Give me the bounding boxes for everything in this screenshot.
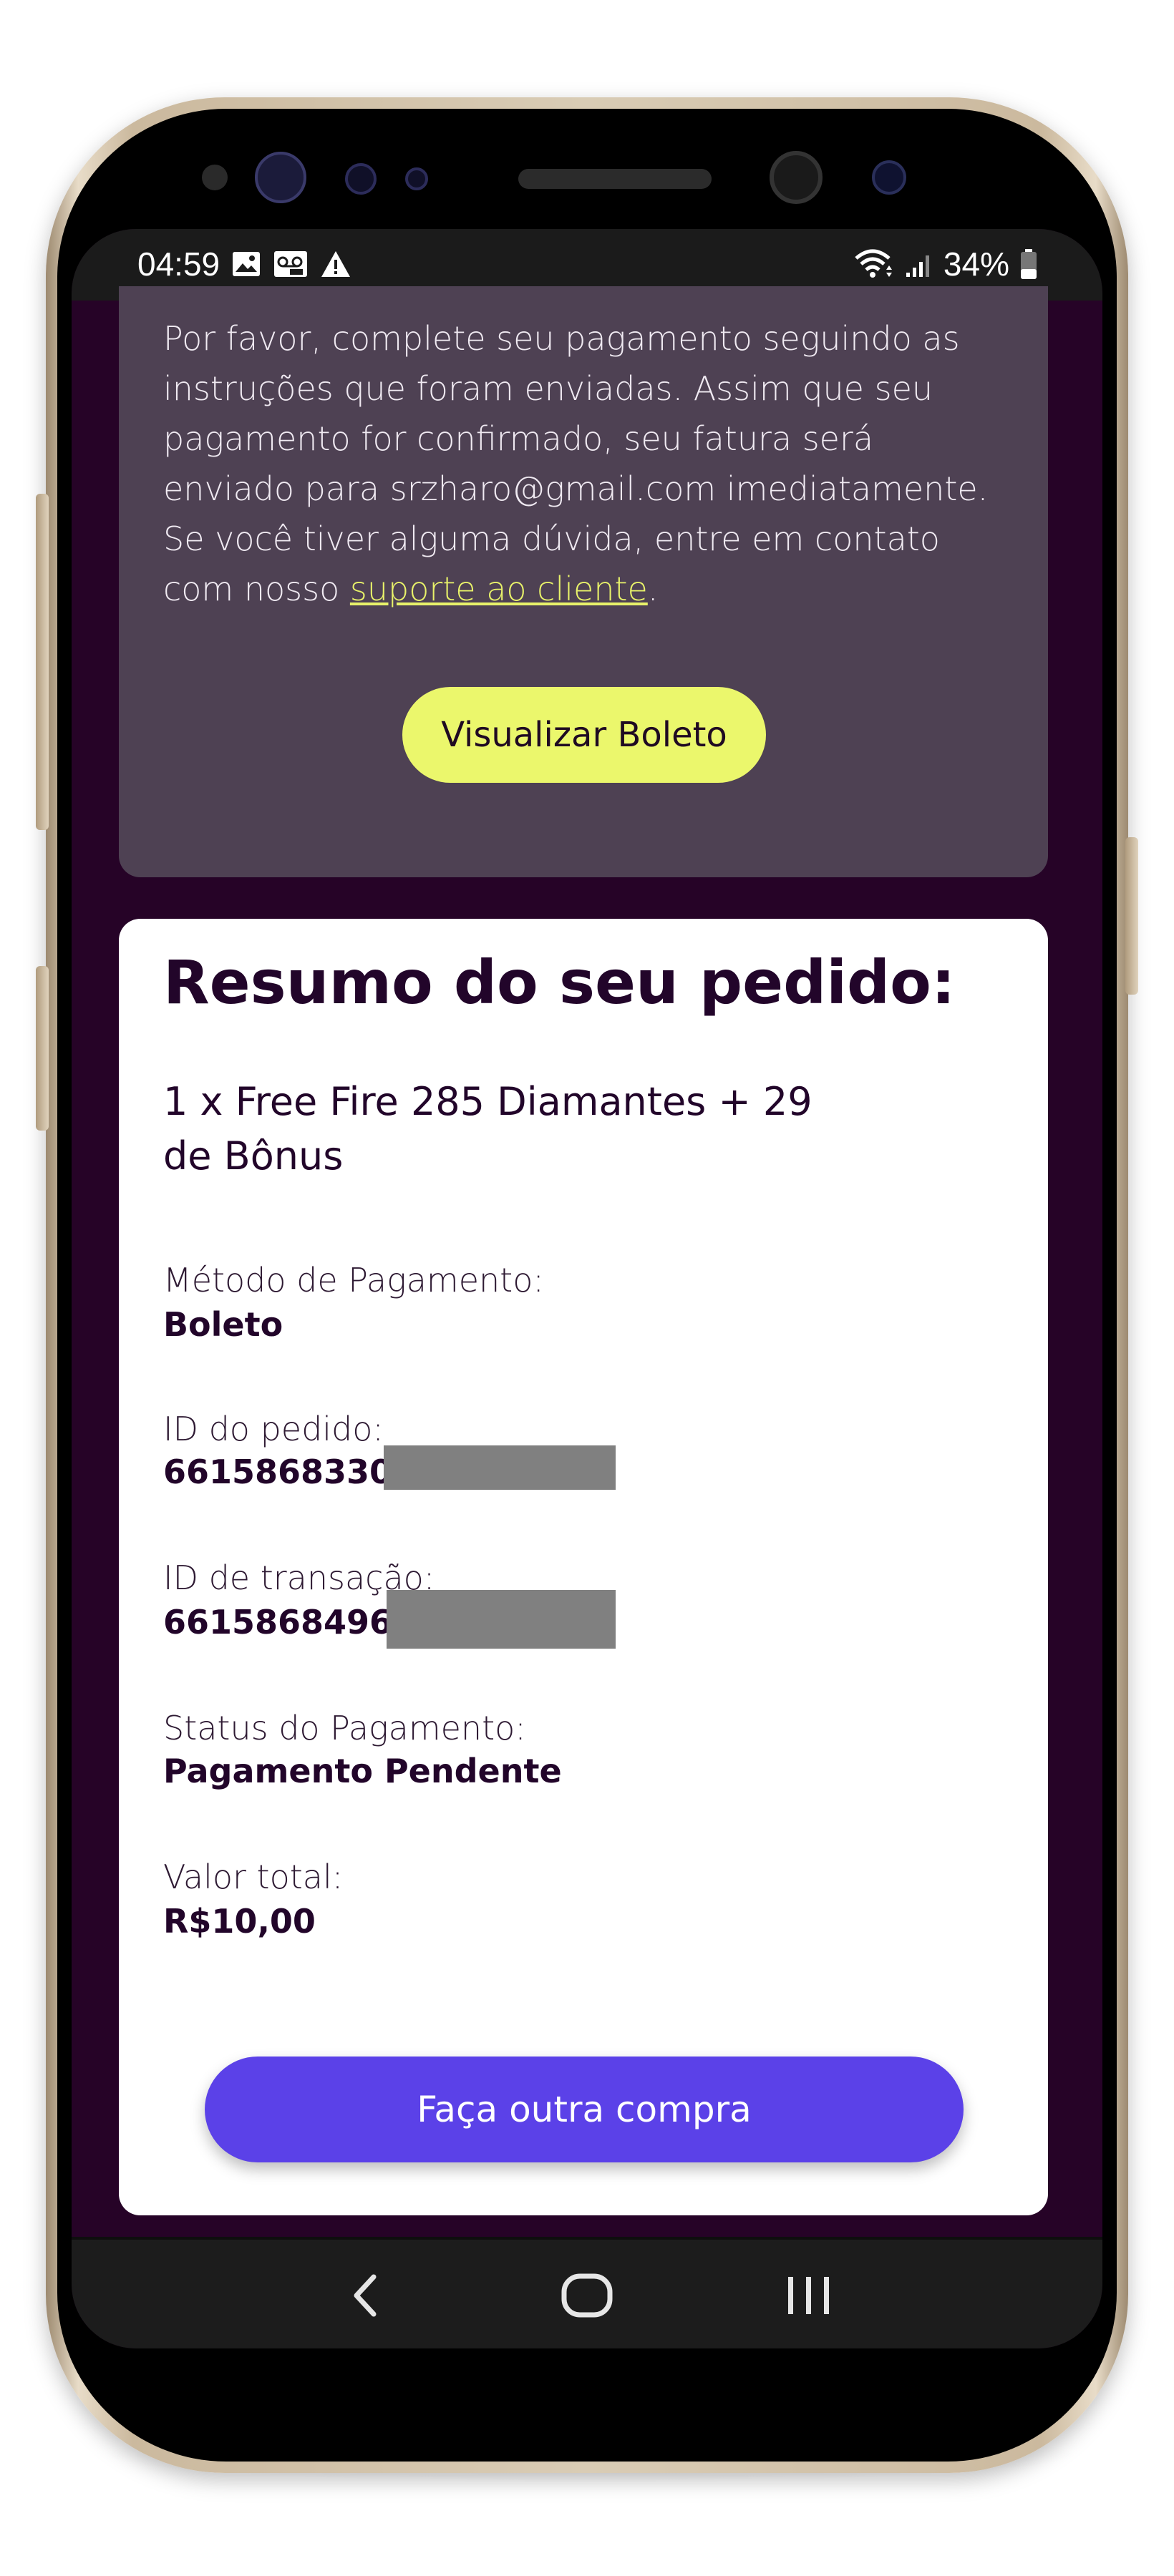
redaction-block bbox=[384, 1445, 616, 1490]
payment-instructions-text: Por favor, complete seu pagamento seguin… bbox=[163, 313, 1008, 614]
voicemail-icon bbox=[274, 251, 308, 277]
total-amount-label: Valor total: bbox=[163, 1858, 344, 1896]
instructions-body: Por favor, complete seu pagamento seguin… bbox=[163, 319, 989, 608]
order-id-value: 6615868330 bbox=[163, 1453, 393, 1491]
payment-instructions-card: Por favor, complete seu pagamento seguin… bbox=[119, 286, 1048, 877]
payment-status-value: Pagamento Pendente bbox=[163, 1752, 562, 1790]
signal-icon bbox=[906, 255, 929, 277]
phone-screen: 04:59 34% Por favor, complete seu pagame… bbox=[72, 229, 1102, 2348]
transaction-id-value: 6615868496 bbox=[163, 1603, 393, 1641]
back-icon bbox=[354, 2274, 377, 2317]
redaction-block bbox=[387, 1590, 616, 1649]
phone-side-button bbox=[36, 494, 49, 830]
status-time: 04:59 bbox=[137, 245, 220, 283]
payment-method-value: Boleto bbox=[163, 1305, 283, 1344]
nav-back-button[interactable] bbox=[322, 2260, 408, 2331]
order-summary-title: Resumo do seu pedido: bbox=[163, 947, 956, 1018]
instructions-end: . bbox=[647, 570, 659, 608]
nav-recent-apps-button[interactable] bbox=[766, 2260, 852, 2331]
wifi-icon bbox=[855, 249, 892, 278]
page-content: Por favor, complete seu pagamento seguin… bbox=[72, 286, 1102, 2218]
phone-side-button bbox=[1125, 837, 1138, 995]
order-id-label: ID do pedido: bbox=[163, 1410, 384, 1448]
order-product: 1 x Free Fire 285 Diamantes + 29 de Bônu… bbox=[163, 1079, 812, 1179]
customer-support-link[interactable]: suporte ao cliente bbox=[350, 570, 648, 608]
total-amount-value: R$10,00 bbox=[163, 1902, 316, 1941]
view-boleto-button[interactable]: Visualizar Boleto bbox=[402, 687, 766, 783]
payment-status-label: Status do Pagamento: bbox=[163, 1709, 526, 1747]
home-icon bbox=[561, 2273, 613, 2318]
navigation-bar bbox=[72, 2237, 1102, 2348]
order-summary-card: Resumo do seu pedido: 1 x Free Fire 285 … bbox=[119, 919, 1048, 2215]
phone-side-button bbox=[36, 966, 49, 1131]
nav-home-button[interactable] bbox=[544, 2260, 630, 2331]
battery-percent: 34% bbox=[943, 245, 1009, 283]
warning-icon bbox=[321, 251, 351, 277]
battery-icon bbox=[1021, 249, 1037, 279]
image-icon bbox=[233, 252, 261, 276]
payment-method-label: Método de Pagamento: bbox=[163, 1261, 544, 1299]
make-another-purchase-button[interactable]: Faça outra compra bbox=[205, 2057, 964, 2162]
phone-top-sensors bbox=[202, 151, 906, 204]
recent-apps-icon bbox=[788, 2277, 829, 2314]
